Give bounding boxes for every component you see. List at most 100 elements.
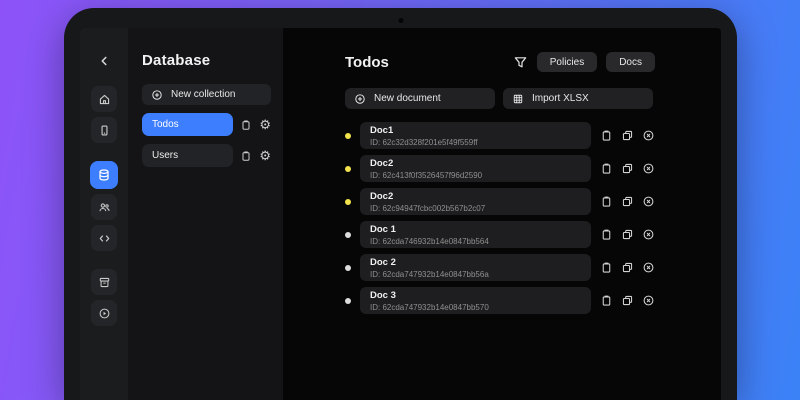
document-row-actions bbox=[600, 294, 655, 307]
document-card[interactable]: Doc 3 ID: 62cda747932b14e0847bb570 bbox=[360, 287, 591, 314]
document-row-actions bbox=[600, 228, 655, 241]
delete-document-button[interactable] bbox=[642, 261, 655, 274]
document-name: Doc2 bbox=[370, 159, 581, 169]
duplicate-document-button[interactable] bbox=[621, 261, 634, 274]
collection-list: Todos ⚙ Users ⚙ bbox=[142, 113, 271, 167]
users-icon bbox=[98, 201, 111, 214]
document-name: Doc 2 bbox=[370, 258, 581, 268]
status-dot bbox=[345, 298, 351, 304]
duplicate-document-button[interactable] bbox=[621, 162, 634, 175]
policies-button[interactable]: Policies bbox=[537, 52, 597, 72]
sidebar-item-functions-code[interactable] bbox=[91, 225, 117, 251]
table-grid-icon bbox=[512, 93, 524, 105]
clipboard-icon bbox=[600, 195, 613, 208]
delete-document-button[interactable] bbox=[642, 129, 655, 142]
duplicate-icon bbox=[621, 195, 634, 208]
collection-settings-button[interactable]: ⚙ bbox=[259, 149, 271, 162]
document-card[interactable]: Doc2 ID: 62c94947fcbc002b567b2c07 bbox=[360, 188, 591, 215]
duplicate-document-button[interactable] bbox=[621, 195, 634, 208]
copy-id-button[interactable] bbox=[600, 261, 613, 274]
status-dot bbox=[345, 232, 351, 238]
sidebar-item-users[interactable] bbox=[91, 194, 117, 220]
import-xlsx-button[interactable]: Import XLSX bbox=[503, 88, 653, 109]
copy-collection-button[interactable] bbox=[240, 119, 252, 131]
document-card[interactable]: Doc1 ID: 62c32d328f201e5f49f559ff bbox=[360, 122, 591, 149]
clipboard-icon bbox=[600, 162, 613, 175]
back-button[interactable] bbox=[97, 54, 111, 70]
duplicate-icon bbox=[621, 129, 634, 142]
document-id: ID: 62cda746932b14e0847bb564 bbox=[370, 237, 581, 246]
collection-row: Users ⚙ bbox=[142, 144, 271, 167]
mobile-icon bbox=[98, 124, 111, 137]
collection-row: Todos ⚙ bbox=[142, 113, 271, 136]
document-row: Doc 1 ID: 62cda746932b14e0847bb564 bbox=[345, 221, 655, 248]
sidebar-item-storage[interactable] bbox=[91, 269, 117, 295]
delete-document-button[interactable] bbox=[642, 228, 655, 241]
delete-document-button[interactable] bbox=[642, 162, 655, 175]
document-id: ID: 62c94947fcbc002b567b2c07 bbox=[370, 204, 581, 213]
import-xlsx-label: Import XLSX bbox=[532, 93, 589, 104]
clipboard-icon bbox=[240, 119, 252, 131]
document-card[interactable]: Doc2 ID: 62c413f0f3526457f96d2590 bbox=[360, 155, 591, 182]
sidebar-item-database[interactable] bbox=[90, 161, 118, 189]
duplicate-document-button[interactable] bbox=[621, 129, 634, 142]
document-row: Doc 3 ID: 62cda747932b14e0847bb570 bbox=[345, 287, 655, 314]
delete-document-button[interactable] bbox=[642, 195, 655, 208]
delete-circle-icon bbox=[642, 261, 655, 274]
document-name: Doc 3 bbox=[370, 291, 581, 301]
document-row: Doc2 ID: 62c94947fcbc002b567b2c07 bbox=[345, 188, 655, 215]
sidebar-item-platforms[interactable] bbox=[91, 117, 117, 143]
collection-item-users[interactable]: Users bbox=[142, 144, 233, 167]
copy-id-button[interactable] bbox=[600, 162, 613, 175]
collections-panel: Database New collection Todos ⚙ Users ⚙ bbox=[128, 28, 283, 400]
delete-document-button[interactable] bbox=[642, 294, 655, 307]
status-dot bbox=[345, 133, 351, 139]
page-title: Todos bbox=[345, 54, 389, 71]
duplicate-icon bbox=[621, 261, 634, 274]
status-dot bbox=[345, 265, 351, 271]
delete-circle-icon bbox=[642, 162, 655, 175]
document-actions-row: New document Import XLSX bbox=[345, 88, 655, 109]
sidebar-item-webhooks[interactable] bbox=[91, 300, 117, 326]
copy-id-button[interactable] bbox=[600, 228, 613, 241]
collection-item-todos[interactable]: Todos bbox=[142, 113, 233, 136]
document-row: Doc1 ID: 62c32d328f201e5f49f559ff bbox=[345, 122, 655, 149]
document-card[interactable]: Doc 1 ID: 62cda746932b14e0847bb564 bbox=[360, 221, 591, 248]
plus-circle-icon bbox=[354, 93, 366, 105]
filter-button[interactable] bbox=[513, 55, 528, 70]
status-dot bbox=[345, 199, 351, 205]
functions-icon bbox=[98, 307, 111, 320]
document-id: ID: 62c32d328f201e5f49f559ff bbox=[370, 138, 581, 147]
new-collection-button[interactable]: New collection bbox=[142, 84, 271, 105]
copy-id-button[interactable] bbox=[600, 129, 613, 142]
webcam-dot bbox=[398, 18, 403, 23]
document-card[interactable]: Doc 2 ID: 62cda747932b14e0847bb56a bbox=[360, 254, 591, 281]
clipboard-icon bbox=[240, 150, 252, 162]
document-id: ID: 62cda747932b14e0847bb56a bbox=[370, 270, 581, 279]
docs-button[interactable]: Docs bbox=[606, 52, 655, 72]
duplicate-icon bbox=[621, 228, 634, 241]
icon-sidebar bbox=[80, 28, 128, 400]
home-icon bbox=[98, 93, 111, 106]
new-collection-label: New collection bbox=[171, 89, 235, 100]
collection-settings-button[interactable]: ⚙ bbox=[259, 118, 271, 131]
duplicate-icon bbox=[621, 162, 634, 175]
copy-id-button[interactable] bbox=[600, 294, 613, 307]
document-row-actions bbox=[600, 162, 655, 175]
duplicate-document-button[interactable] bbox=[621, 294, 634, 307]
database-icon bbox=[97, 168, 111, 182]
chevron-left-icon bbox=[97, 54, 111, 68]
copy-collection-button[interactable] bbox=[240, 150, 252, 162]
new-document-button[interactable]: New document bbox=[345, 88, 495, 109]
clipboard-icon bbox=[600, 294, 613, 307]
delete-circle-icon bbox=[642, 228, 655, 241]
document-name: Doc 1 bbox=[370, 225, 581, 235]
clipboard-icon bbox=[600, 129, 613, 142]
status-dot bbox=[345, 166, 351, 172]
sidebar-item-home[interactable] bbox=[91, 86, 117, 112]
copy-id-button[interactable] bbox=[600, 195, 613, 208]
delete-circle-icon bbox=[642, 294, 655, 307]
document-list: Doc1 ID: 62c32d328f201e5f49f559ff Doc2 I… bbox=[345, 122, 655, 314]
duplicate-document-button[interactable] bbox=[621, 228, 634, 241]
laptop-frame: Database New collection Todos ⚙ Users ⚙ … bbox=[64, 8, 737, 400]
